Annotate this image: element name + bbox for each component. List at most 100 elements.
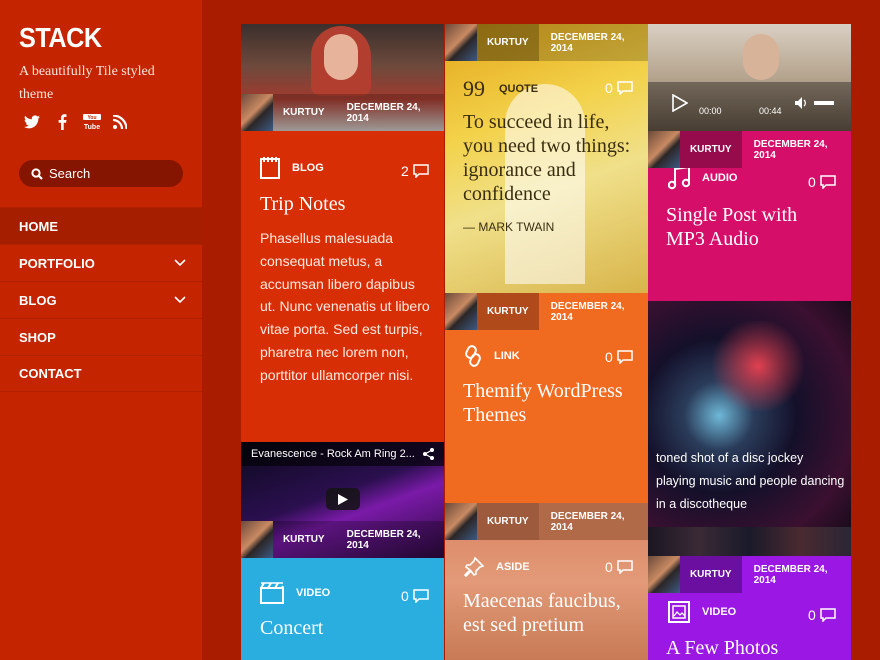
post-author[interactable]: KURTUY	[476, 503, 539, 540]
site-description: A beautifully Tile styled theme	[19, 64, 155, 102]
post-author[interactable]: KURTUY	[476, 24, 539, 61]
post-category[interactable]: ASIDE	[464, 557, 530, 577]
post-date[interactable]: DECEMBER 24, 2014	[335, 94, 444, 131]
comment-icon	[413, 164, 429, 178]
category-label: VIDEO	[296, 587, 331, 599]
comment-count[interactable]: 0	[808, 174, 836, 190]
site-title[interactable]: STACK	[19, 22, 102, 54]
video-embed-title[interactable]: Evanescence - Rock Am Ring 2...	[251, 448, 415, 460]
photo-tile[interactable]: toned shot of a disc jockey playing musi…	[648, 301, 851, 556]
svg-text:You: You	[87, 115, 96, 121]
post-date[interactable]: DECEMBER 24, 2014	[539, 24, 648, 61]
post-meta: KURTUY DECEMBER 24, 2014	[241, 94, 444, 131]
comment-icon	[617, 81, 633, 95]
play-icon	[338, 493, 348, 505]
facebook-icon[interactable]	[52, 112, 72, 132]
avatar[interactable]	[445, 24, 477, 61]
post-date[interactable]: DECEMBER 24, 2014	[742, 556, 851, 593]
avatar[interactable]	[241, 94, 273, 131]
comment-count[interactable]: 0	[605, 80, 633, 96]
post-category[interactable]: AUDIO	[668, 166, 737, 190]
nav-label: PORTFOLIO	[19, 255, 95, 271]
category-label: LINK	[494, 350, 520, 362]
comment-number: 0	[605, 80, 613, 96]
nav-item-shop[interactable]: SHOP	[0, 318, 202, 355]
post-meta: KURTUY DECEMBER 24, 2014	[445, 503, 648, 540]
photo-face	[324, 34, 358, 80]
search-input[interactable]: Search	[19, 160, 183, 187]
post-date[interactable]: DECEMBER 24, 2014	[539, 293, 648, 330]
post-title[interactable]: Maecenas faucibus, est sed pretium	[463, 589, 638, 637]
avatar[interactable]	[445, 293, 477, 330]
post-author[interactable]: KURTUY	[476, 293, 539, 330]
comment-number: 0	[605, 559, 613, 575]
play-icon[interactable]	[672, 94, 688, 112]
thumbnail-strip[interactable]	[648, 527, 851, 556]
rss-icon[interactable]	[110, 112, 130, 132]
volume-slider[interactable]	[814, 101, 834, 105]
sidebar: STACK A beautifully Tile styled theme Tu…	[0, 0, 202, 660]
comment-count[interactable]: 2	[401, 163, 429, 179]
photo-face	[743, 34, 779, 80]
post-title[interactable]: Themify WordPress Themes	[463, 379, 638, 427]
post-meta: KURTUY DECEMBER 24, 2014	[648, 556, 851, 593]
post-title[interactable]: Concert	[260, 616, 430, 640]
quote-text[interactable]: To succeed in life, you need two things:…	[463, 110, 638, 206]
nav-item-portfolio[interactable]: PORTFOLIO	[0, 244, 202, 281]
main-navigation: HOME PORTFOLIO BLOG SHOP CONTACT	[0, 207, 202, 392]
avatar[interactable]	[241, 521, 273, 558]
post-tile-video: VIDEO 0 Concert	[241, 558, 444, 660]
post-category[interactable]: BLOG	[260, 157, 324, 179]
comment-icon	[413, 589, 429, 603]
post-author[interactable]: KURTUY	[273, 521, 335, 558]
twitter-icon[interactable]	[22, 112, 42, 132]
audio-image[interactable]: 00:00 00:44	[648, 24, 851, 131]
nav-item-contact[interactable]: CONTACT	[0, 355, 202, 392]
post-date[interactable]: DECEMBER 24, 2014	[742, 131, 851, 168]
post-meta: KURTUY DECEMBER 24, 2014	[241, 521, 444, 558]
category-label: VIDEO	[702, 606, 737, 618]
post-author[interactable]: KURTUY	[679, 556, 742, 593]
post-date[interactable]: DECEMBER 24, 2014	[538, 503, 648, 540]
comment-icon	[617, 560, 633, 574]
post-author[interactable]: KURTUY	[273, 94, 335, 131]
post-title[interactable]: Single Post with MP3 Audio	[666, 203, 841, 251]
post-date[interactable]: DECEMBER 24, 2014	[335, 521, 444, 558]
post-author[interactable]: KURTUY	[679, 131, 742, 168]
youtube-icon[interactable]: Tube You	[82, 112, 102, 132]
audio-player[interactable]: 00:00 00:44	[648, 82, 851, 131]
post-title[interactable]: A Few Photos	[666, 636, 841, 660]
video-title-bar: Evanescence - Rock Am Ring 2...	[241, 442, 444, 466]
light-effect	[708, 321, 808, 411]
volume-icon[interactable]	[794, 96, 808, 110]
comment-count[interactable]: 0	[808, 607, 836, 623]
avatar[interactable]	[648, 131, 680, 168]
comment-count[interactable]: 0	[605, 349, 633, 365]
nav-label: HOME	[19, 218, 58, 234]
post-category[interactable]: VIDEO	[260, 582, 330, 604]
avatar[interactable]	[445, 503, 477, 540]
video-icon	[260, 582, 284, 604]
category-label: BLOG	[292, 162, 324, 174]
post-tile-quote: 99 QUOTE 0 To succeed in life, you need …	[445, 24, 648, 293]
post-category[interactable]: 99 QUOTE	[463, 76, 538, 102]
music-note-icon	[668, 166, 690, 190]
post-meta: KURTUY DECEMBER 24, 2014	[445, 24, 648, 61]
avatar[interactable]	[648, 556, 680, 593]
comment-number: 2	[401, 163, 409, 179]
chevron-down-icon[interactable]	[174, 259, 186, 267]
post-category[interactable]: LINK	[464, 345, 520, 367]
svg-text:Tube: Tube	[84, 124, 100, 130]
nav-item-blog[interactable]: BLOG	[0, 281, 202, 318]
play-button[interactable]	[326, 488, 360, 510]
comment-count[interactable]: 0	[401, 588, 429, 604]
post-category[interactable]: VIDEO	[668, 601, 736, 623]
post-title[interactable]: Trip Notes	[260, 192, 430, 216]
comment-number: 0	[808, 607, 816, 623]
search-placeholder: Search	[49, 166, 91, 181]
chevron-down-icon[interactable]	[174, 296, 186, 304]
share-icon[interactable]	[423, 448, 434, 460]
nav-label: BLOG	[19, 292, 57, 308]
comment-count[interactable]: 0	[605, 559, 633, 575]
nav-item-home[interactable]: HOME	[0, 207, 202, 244]
